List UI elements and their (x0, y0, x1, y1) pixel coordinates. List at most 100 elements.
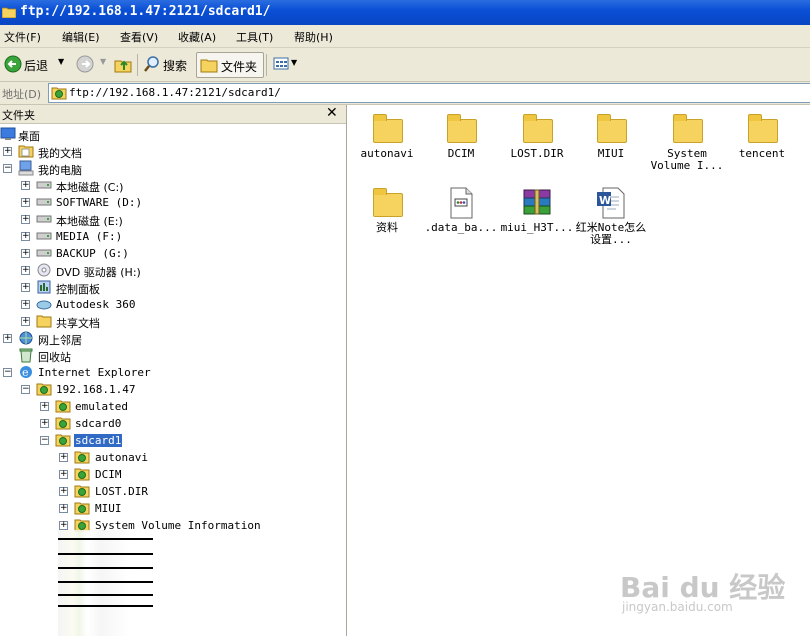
folder-icon (521, 113, 553, 145)
svg-text:e: e (22, 366, 29, 379)
word-document-icon: W (597, 187, 625, 219)
expand-plus-icon[interactable]: + (21, 300, 30, 309)
tree-item-label: MIUI (95, 502, 122, 515)
desktop-icon (0, 127, 16, 140)
tree-item-label: 192.168.1.47 (56, 383, 136, 396)
documents-folder-icon (18, 145, 34, 158)
tree-item-label: 网上邻居 (38, 334, 82, 347)
expand-plus-icon[interactable]: + (21, 266, 30, 275)
expand-plus-icon[interactable]: + (21, 215, 30, 224)
tree-item-label: 控制面板 (56, 283, 100, 296)
file-item[interactable]: W 红米Note怎么设置... (574, 187, 648, 246)
archive-icon (523, 189, 551, 215)
expand-plus-icon[interactable]: + (59, 453, 68, 462)
ftp-folder-icon (74, 502, 90, 515)
file-item-label: LOST.DIR (510, 147, 564, 160)
menu-tools[interactable]: 工具(T) (236, 29, 273, 45)
tree-item-label: 桌面 (18, 130, 40, 143)
folder-icon (371, 187, 403, 219)
tree-item-label: DCIM (95, 468, 122, 481)
folder-icon (2, 7, 16, 18)
file-item[interactable]: DCIM (424, 113, 498, 160)
collapse-minus-icon[interactable]: − (3, 164, 12, 173)
dropdown-arrow-icon[interactable]: ▼ (291, 58, 297, 67)
tree-item-label: autonavi (95, 451, 148, 464)
address-input[interactable]: ftp://192.168.1.47:2121/sdcard1/ (48, 83, 810, 103)
watermark-url: jingyan.baidu.com (622, 600, 733, 614)
expand-plus-icon[interactable]: + (40, 419, 49, 428)
collapse-minus-icon[interactable]: − (3, 368, 12, 377)
ftp-folder-icon (36, 383, 52, 396)
file-item[interactable]: System Volume I... (650, 113, 724, 172)
views-button[interactable]: ▼ (270, 52, 300, 76)
folder-icon (36, 315, 52, 328)
expand-plus-icon[interactable]: + (21, 232, 30, 241)
folder-pane-title: 文件夹 (2, 109, 35, 122)
folder-icon (671, 113, 703, 145)
menu-file[interactable]: 文件(F) (4, 29, 41, 45)
file-item[interactable]: autonavi (350, 113, 424, 160)
expand-plus-icon[interactable]: + (59, 504, 68, 513)
address-label: 地址(D) (2, 88, 42, 101)
forward-button[interactable]: ▼ (74, 52, 110, 76)
file-item-label: System Volume I... (650, 147, 724, 172)
file-item-label: MIUI (597, 147, 625, 160)
file-item[interactable]: LOST.DIR (500, 113, 574, 160)
back-button[interactable]: 后退 ▼ (2, 52, 68, 76)
file-item[interactable]: MIUI (574, 113, 648, 160)
folder-icon (445, 113, 477, 145)
expand-plus-icon[interactable]: + (21, 198, 30, 207)
file-item[interactable]: 资料 (350, 187, 424, 234)
dropdown-arrow-icon[interactable]: ▼ (100, 57, 106, 66)
hard-drive-icon (36, 232, 52, 240)
search-label: 搜索 (163, 59, 188, 73)
menu-view[interactable]: 查看(V) (120, 29, 158, 45)
forward-arrow-icon (76, 55, 94, 73)
cloud-icon (36, 300, 52, 310)
folder-tree-pane: 文件夹 ✕ 桌面 + 我的文档 − 我的电脑 + 本地磁盘 (C:) + SOF… (0, 105, 347, 636)
expand-plus-icon[interactable]: + (21, 283, 30, 292)
up-folder-button[interactable] (112, 52, 134, 76)
file-item[interactable]: miui_H3T... (500, 187, 574, 234)
dropdown-arrow-icon[interactable]: ▼ (58, 57, 64, 66)
expand-plus-icon[interactable]: + (59, 487, 68, 496)
collapse-minus-icon[interactable]: − (21, 385, 30, 394)
menu-help[interactable]: 帮助(H) (294, 29, 333, 45)
expand-plus-icon[interactable]: + (59, 521, 68, 530)
expand-plus-icon[interactable]: + (21, 317, 30, 326)
tree-item-label: 我的电脑 (38, 164, 82, 177)
file-item[interactable]: tencent (725, 113, 799, 160)
document-icon (450, 187, 473, 219)
ftp-folder-icon (51, 87, 67, 100)
folders-label: 文件夹 (221, 60, 258, 74)
search-button[interactable]: 搜索 (141, 52, 193, 76)
expand-plus-icon[interactable]: + (59, 470, 68, 479)
tree-item-label: Internet Explorer (38, 366, 151, 379)
menu-favorites[interactable]: 收藏(A) (178, 29, 216, 45)
hard-drive-icon (36, 181, 52, 189)
hard-drive-icon (36, 249, 52, 257)
search-icon (144, 56, 159, 72)
address-value: ftp://192.168.1.47:2121/sdcard1/ (69, 86, 281, 99)
file-item-label: DCIM (447, 147, 475, 160)
back-arrow-icon (4, 55, 22, 73)
file-item-label: tencent (738, 147, 786, 160)
expand-plus-icon[interactable]: + (21, 181, 30, 190)
expand-plus-icon[interactable]: + (21, 249, 30, 258)
expand-plus-icon[interactable]: + (3, 334, 12, 343)
ftp-folder-icon (55, 417, 71, 430)
tree-item-label: BACKUP (G:) (56, 247, 129, 260)
file-item[interactable]: .data_ba... (424, 187, 498, 234)
expand-plus-icon[interactable]: + (40, 402, 49, 411)
close-icon[interactable]: ✕ (326, 105, 338, 121)
folder-pane-header: 文件夹 ✕ (0, 105, 346, 124)
tree-item-label: 本地磁盘 (C:) (56, 181, 124, 194)
expand-plus-icon[interactable]: + (3, 147, 12, 156)
menu-bar: 文件(F) 编辑(E) 查看(V) 收藏(A) 工具(T) 帮助(H) (0, 25, 810, 48)
ftp-folder-icon (55, 400, 71, 413)
folders-button[interactable]: 文件夹 (196, 52, 264, 78)
collapse-minus-icon[interactable]: − (40, 436, 49, 445)
file-item-label: 红米Note怎么设置... (575, 221, 647, 246)
menu-edit[interactable]: 编辑(E) (62, 29, 100, 45)
ftp-folder-icon (74, 451, 90, 464)
